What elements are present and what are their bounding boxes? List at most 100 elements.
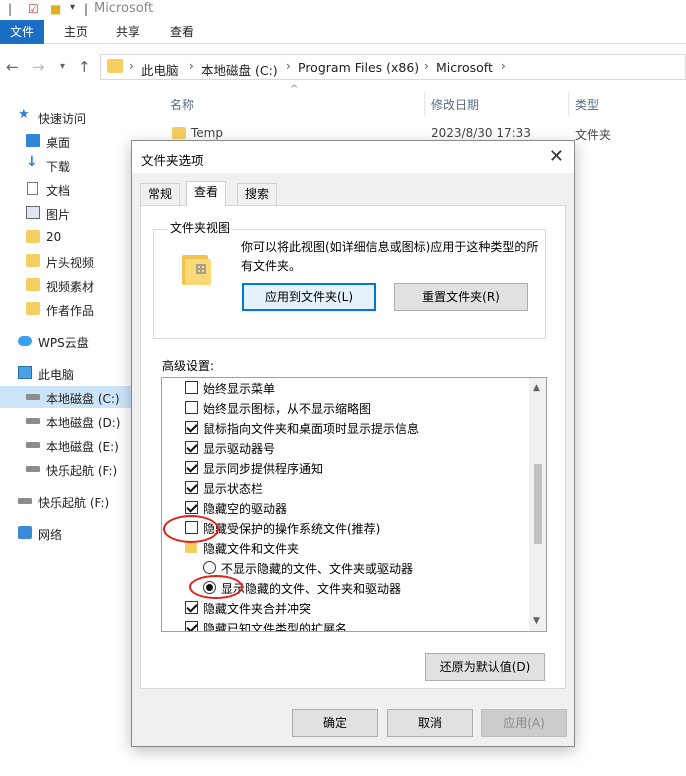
ok-button[interactable]: 确定	[292, 709, 378, 737]
scrollbar-thumb[interactable]	[534, 464, 542, 544]
drive-icon	[26, 466, 40, 472]
sidebar-item-label: 本地磁盘 (C:)	[46, 392, 120, 406]
window-title: Microsoft	[94, 1, 154, 16]
up-arrow-icon[interactable]: ↑	[78, 58, 91, 76]
list-scrollbar[interactable]: ▲ ▼	[529, 378, 546, 631]
checkbox[interactable]	[185, 501, 198, 514]
close-icon[interactable]: ✕	[549, 146, 564, 167]
tab-general[interactable]: 常规	[140, 183, 181, 205]
checkbox[interactable]	[185, 481, 198, 494]
drive-icon	[26, 394, 40, 400]
sidebar-item-wps-cloud[interactable]: WPS云盘	[0, 330, 150, 352]
sidebar-item-label: 快乐起航 (F:)	[46, 464, 118, 478]
chevron-right-icon[interactable]: ›	[424, 59, 429, 73]
checkbox[interactable]	[185, 621, 198, 631]
sidebar-item-20[interactable]: 20	[0, 226, 150, 248]
setting-always-show-icons[interactable]: 始终显示图标，从不显示缩略图	[162, 398, 528, 418]
tab-view[interactable]: 查看	[186, 181, 227, 206]
sidebar-item-label: 视频素材	[46, 280, 95, 294]
ribbon-tab-file[interactable]: 文件	[0, 20, 44, 44]
sidebar-item-pictures[interactable]: 图片	[0, 202, 150, 224]
sidebar-item-label: 快速访问	[38, 112, 87, 126]
sidebar-item-label: WPS云盘	[38, 336, 89, 350]
sidebar-item-desktop[interactable]: 桌面	[0, 130, 150, 152]
setting-always-show-menus[interactable]: 始终显示菜单	[162, 378, 528, 398]
chevron-right-icon[interactable]: ›	[129, 59, 134, 73]
sidebar-item-local-disk-d[interactable]: 本地磁盘 (D:)	[0, 410, 150, 432]
properties-icon[interactable]: ☑	[28, 2, 39, 16]
column-header-date[interactable]: 修改日期	[431, 96, 479, 113]
sidebar-item-local-disk-c[interactable]: 本地磁盘 (C:)	[0, 386, 150, 408]
breadcrumb-local-disk-c[interactable]: 本地磁盘 (C:)	[201, 60, 278, 79]
sidebar-item-drive-f[interactable]: 快乐起航 (F:)	[0, 458, 150, 480]
column-header-name[interactable]: 名称	[170, 96, 194, 113]
sidebar-item-this-pc[interactable]: 此电脑	[0, 362, 150, 384]
chevron-right-icon[interactable]: ›	[501, 59, 506, 73]
column-header-type[interactable]: 类型	[575, 96, 599, 113]
folder-icon	[107, 59, 123, 73]
scroll-down-icon[interactable]: ▼	[533, 616, 540, 626]
sidebar-item-intro-videos[interactable]: 片头视频	[0, 250, 150, 272]
breadcrumb-program-files[interactable]: Program Files (x86)	[298, 60, 419, 75]
reset-folders-button[interactable]: 重置文件夹(R)	[394, 283, 528, 311]
setting-label: 隐藏文件夹合并冲突	[203, 602, 312, 616]
sidebar-item-video-assets[interactable]: 视频素材	[0, 274, 150, 296]
setting-show-popup-description[interactable]: 鼠标指向文件夹和桌面项时显示提示信息	[162, 418, 528, 438]
chevron-right-icon[interactable]: ›	[189, 59, 194, 73]
back-arrow-icon[interactable]: ←	[6, 58, 19, 76]
new-folder-icon[interactable]: ■	[50, 2, 61, 16]
setting-show-status-bar[interactable]: 显示状态栏	[162, 478, 528, 498]
ribbon-tab-share[interactable]: 共享	[108, 20, 148, 44]
sidebar-item-author-works[interactable]: 作者作品	[0, 298, 150, 320]
sidebar-item-documents[interactable]: 文档	[0, 178, 150, 200]
setting-hide-merge-conflicts[interactable]: 隐藏文件夹合并冲突	[162, 598, 528, 618]
star-icon: ★	[18, 107, 30, 122]
tab-search[interactable]: 搜索	[237, 183, 278, 205]
breadcrumb-microsoft[interactable]: Microsoft	[436, 60, 493, 75]
setting-hide-extensions[interactable]: 隐藏已知文件类型的扩展名	[162, 618, 528, 631]
radio-button[interactable]	[203, 561, 216, 574]
column-divider[interactable]	[424, 92, 425, 116]
sidebar-item-quick-access[interactable]: ★ 快速访问	[0, 106, 150, 128]
apply-to-folders-button[interactable]: 应用到文件夹(L)	[242, 283, 376, 311]
checkbox[interactable]	[185, 461, 198, 474]
setting-show-drive-letters[interactable]: 显示驱动器号	[162, 438, 528, 458]
checkbox[interactable]	[185, 381, 198, 394]
chevron-right-icon[interactable]: ›	[286, 59, 291, 73]
sidebar-item-network[interactable]: 网络	[0, 522, 150, 544]
ribbon-tab-view[interactable]: 查看	[162, 20, 202, 44]
folder-views-label: 文件夹视图	[167, 219, 234, 236]
sidebar-item-label: 网络	[38, 528, 63, 542]
cancel-button[interactable]: 取消	[387, 709, 473, 737]
setting-label: 显示状态栏	[203, 482, 264, 496]
checkbox[interactable]	[185, 401, 198, 414]
scroll-up-icon[interactable]: ▲	[533, 383, 540, 393]
checkbox[interactable]	[185, 601, 198, 614]
sidebar-item-downloads[interactable]: ↓ 下载	[0, 154, 150, 176]
setting-label: 始终显示图标，从不显示缩略图	[203, 402, 372, 416]
breadcrumb-this-pc[interactable]: 此电脑	[141, 60, 179, 79]
network-icon	[18, 526, 32, 539]
drive-icon	[18, 498, 32, 504]
sidebar-item-local-disk-e[interactable]: 本地磁盘 (E:)	[0, 434, 150, 456]
apply-button[interactable]: 应用(A)	[481, 709, 567, 737]
sidebar-item-label: 快乐起航 (F:)	[38, 496, 110, 510]
setting-show-sync-notifications[interactable]: 显示同步提供程序通知	[162, 458, 528, 478]
ribbon-tab-home[interactable]: 主页	[56, 20, 96, 44]
dialog-title-bar: 文件夹选项 ✕	[132, 141, 574, 173]
setting-label: 隐藏受保护的操作系统文件(推荐)	[203, 522, 381, 536]
sidebar-item-drive-f-root[interactable]: 快乐起航 (F:)	[0, 490, 150, 512]
checkbox[interactable]	[185, 441, 198, 454]
column-divider[interactable]	[568, 92, 569, 116]
sidebar-item-label: 图片	[46, 208, 71, 222]
address-bar[interactable]: › 此电脑 › 本地磁盘 (C:) › Program Files (x86) …	[100, 54, 686, 80]
file-date: 2023/8/30 17:33	[431, 126, 531, 140]
setting-hide-empty-drives[interactable]: 隐藏空的驱动器	[162, 498, 528, 518]
forward-arrow-icon[interactable]: →	[32, 58, 45, 76]
recent-locations-icon[interactable]: ▾	[60, 61, 65, 72]
restore-defaults-button[interactable]: 还原为默认值(D)	[425, 653, 545, 681]
setting-label: 不显示隐藏的文件、文件夹或驱动器	[221, 562, 414, 576]
checkbox[interactable]	[185, 421, 198, 434]
quick-access-dropdown-icon[interactable]: ▾	[70, 2, 75, 13]
download-icon: ↓	[26, 154, 38, 170]
